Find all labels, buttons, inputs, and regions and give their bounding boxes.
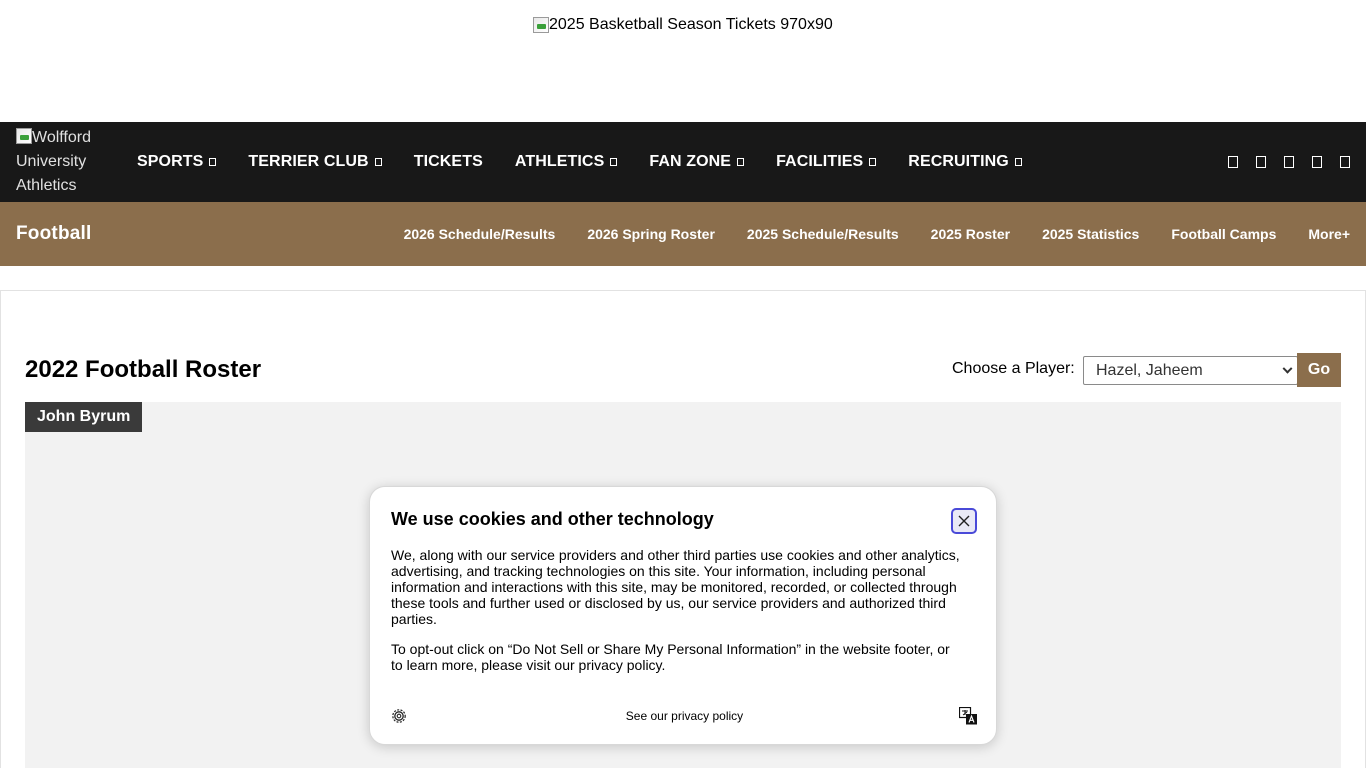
translate-icon[interactable] xyxy=(959,707,978,725)
nav-label: TERRIER CLUB xyxy=(248,153,369,170)
broken-image-icon xyxy=(16,128,32,144)
nav-label: RECRUITING xyxy=(908,153,1009,170)
nav-item-terrier-club[interactable]: TERRIER CLUB xyxy=(232,153,397,171)
cookie-consent-dialog: We use cookies and other technology We, … xyxy=(369,486,997,745)
subnav-item-2025-roster[interactable]: 2025 Roster xyxy=(915,226,1026,242)
sport-subnav: Football 2026 Schedule/Results 2026 Spri… xyxy=(0,202,1366,266)
youtube-icon[interactable] xyxy=(1312,156,1322,168)
main-navigation: Wolfford University Athletics SPORTS TER… xyxy=(0,122,1366,202)
nav-item-athletics[interactable]: ATHLETICS xyxy=(499,153,634,171)
privacy-policy-link[interactable]: See our privacy policy xyxy=(391,709,978,723)
nav-label: SPORTS xyxy=(137,153,204,170)
dropdown-icon xyxy=(209,158,217,166)
search-icon[interactable] xyxy=(1340,156,1350,168)
facebook-icon[interactable] xyxy=(1228,156,1238,168)
subnav-item-2025-schedule[interactable]: 2025 Schedule/Results xyxy=(731,226,915,242)
cookie-paragraph-2: To opt-out click on “Do Not Sell or Shar… xyxy=(391,641,950,673)
nav-item-fan-zone[interactable]: FAN ZONE xyxy=(633,153,760,171)
nav-item-tickets[interactable]: TICKETS xyxy=(398,153,499,171)
subnav-menu: 2026 Schedule/Results 2026 Spring Roster… xyxy=(388,202,1350,266)
dropdown-icon xyxy=(1014,158,1022,166)
close-button[interactable] xyxy=(951,508,977,534)
dropdown-icon xyxy=(869,158,877,166)
choose-player-label: Choose a Player: xyxy=(952,360,1075,377)
dropdown-icon xyxy=(374,158,382,166)
twitter-icon[interactable] xyxy=(1256,156,1266,168)
subnav-item-2025-statistics[interactable]: 2025 Statistics xyxy=(1026,226,1155,242)
player-select[interactable]: Hazel, Jaheem xyxy=(1083,356,1298,385)
nav-item-facilities[interactable]: FACILITIES xyxy=(760,153,892,171)
site-logo[interactable]: Wolfford University Athletics xyxy=(16,126,106,198)
instagram-icon[interactable] xyxy=(1284,156,1294,168)
chevron-down-icon xyxy=(1282,363,1293,374)
selected-player: Hazel, Jaheem xyxy=(1096,361,1203,379)
ad-banner[interactable]: 2025 Basketball Season Tickets 970x90 xyxy=(0,0,1366,122)
page-title: 2022 Football Roster xyxy=(25,356,262,383)
cookie-title: We use cookies and other technology xyxy=(391,509,714,529)
subnav-item-2026-schedule[interactable]: 2026 Schedule/Results xyxy=(388,226,572,242)
nav-label: ATHLETICS xyxy=(514,153,605,170)
nav-item-sports[interactable]: SPORTS xyxy=(121,153,232,171)
go-button[interactable]: Go xyxy=(1297,353,1341,387)
social-links xyxy=(1228,122,1350,202)
nav-label: FACILITIES xyxy=(776,153,864,170)
cookie-body: We, along with our service providers and… xyxy=(391,547,963,687)
dropdown-icon xyxy=(610,158,618,166)
dropdown-icon xyxy=(737,158,745,166)
cookie-footer: See our privacy policy xyxy=(391,707,978,727)
nav-label: FAN ZONE xyxy=(649,153,732,170)
nav-menu: SPORTS TERRIER CLUB TICKETS ATHLETICS FA… xyxy=(121,122,1038,202)
ad-image-alt: 2025 Basketball Season Tickets 970x90 xyxy=(549,16,833,33)
close-icon xyxy=(958,515,970,527)
nav-item-recruiting[interactable]: RECRUITING xyxy=(892,153,1038,171)
ad-image[interactable]: 2025 Basketball Season Tickets 970x90 xyxy=(533,16,833,34)
nav-label: TICKETS xyxy=(413,153,483,170)
subnav-item-more[interactable]: More+ xyxy=(1292,226,1350,242)
player-name: John Byrum xyxy=(25,402,143,432)
subnav-item-football-camps[interactable]: Football Camps xyxy=(1155,226,1292,242)
broken-image-icon xyxy=(533,17,549,33)
sport-title[interactable]: Football xyxy=(16,202,91,266)
cookie-paragraph-1: We, along with our service providers and… xyxy=(391,547,960,627)
subnav-item-2026-spring-roster[interactable]: 2026 Spring Roster xyxy=(571,226,731,242)
